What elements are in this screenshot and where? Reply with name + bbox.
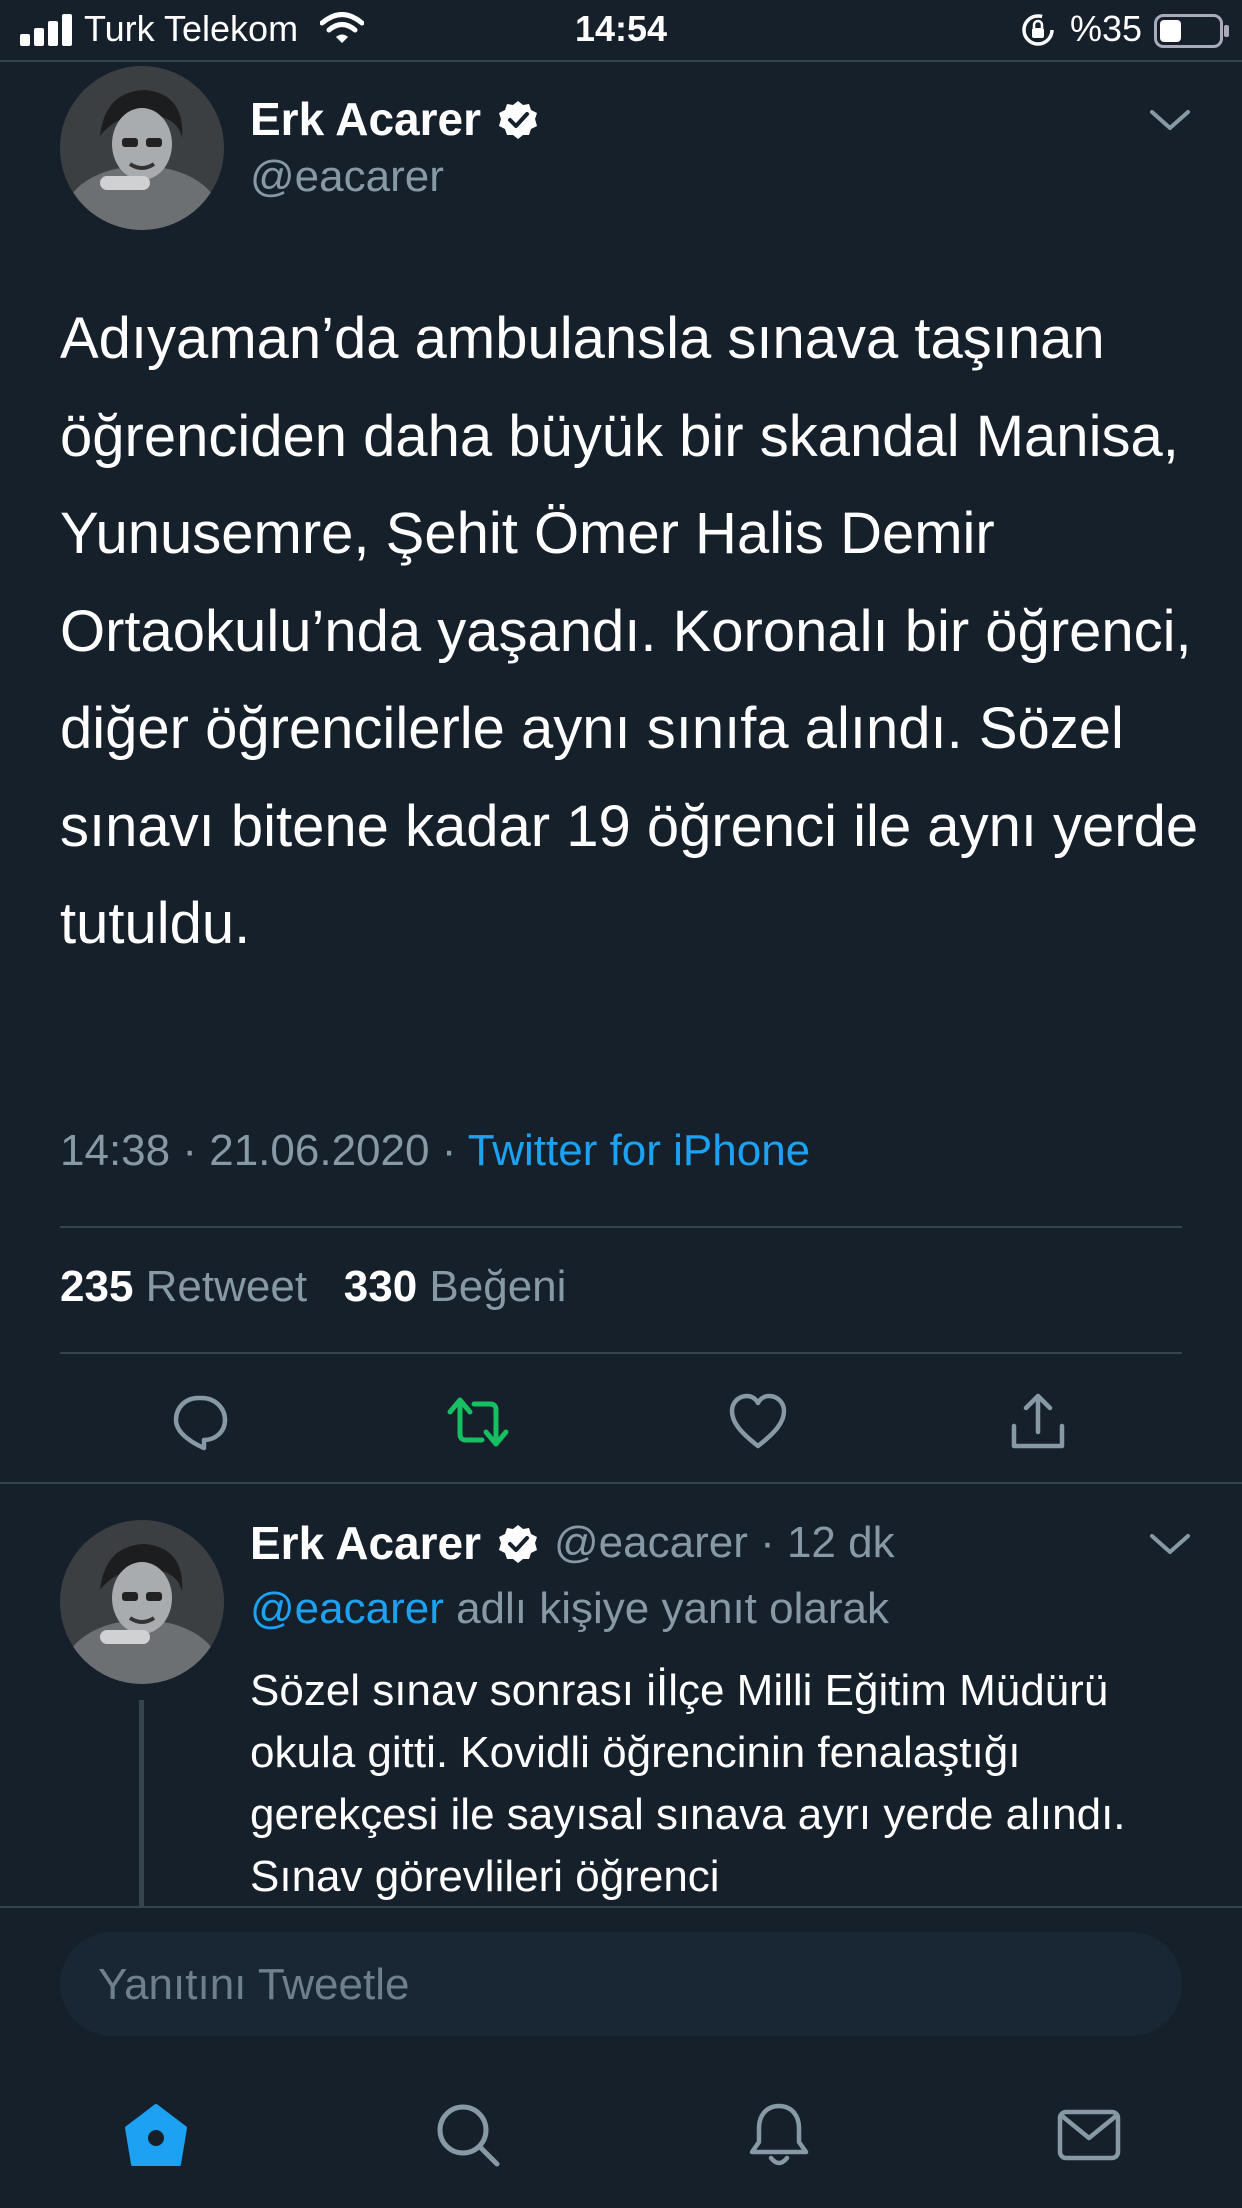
thread-line: [139, 1700, 144, 1906]
avatar-photo-icon: [60, 1520, 224, 1684]
bell-icon[interactable]: [744, 2100, 814, 2170]
battery-percentage: %35: [1070, 8, 1143, 49]
retweet-label[interactable]: Retweet: [146, 1262, 307, 1311]
reply-to-suffix: adlı kişiye yanıt olarak: [443, 1584, 889, 1633]
tweet-metadata: 14:38 · 21.06.2020 · Twitter for iPhone: [60, 1126, 810, 1176]
verified-badge-icon: [499, 1525, 537, 1563]
retweet-icon[interactable]: [446, 1390, 510, 1454]
meta-separator: ·: [182, 1126, 197, 1175]
search-icon[interactable]: [433, 2100, 503, 2170]
divider: [60, 1352, 1182, 1354]
chevron-down-icon[interactable]: [1148, 1530, 1192, 1558]
like-count[interactable]: 330: [344, 1262, 417, 1311]
verified-badge-icon: [499, 101, 537, 139]
reply-author-avatar[interactable]: [60, 1520, 224, 1684]
retweet-count[interactable]: 235: [60, 1262, 133, 1311]
reply-mention-link[interactable]: @eacarer: [250, 1584, 444, 1633]
comment-icon[interactable]: [168, 1390, 232, 1454]
reply-text: Sözel sınav sonrası iİlçe Milli Eğitim M…: [250, 1666, 1126, 1901]
replying-to: @eacarer adlı kişiye yanıt olarak: [250, 1584, 889, 1634]
tweet-stats: 235 Retweet 330 Beğeni: [60, 1262, 566, 1312]
share-icon[interactable]: [1006, 1390, 1070, 1454]
tweet-date: 21.06.2020: [209, 1126, 430, 1175]
status-bar: Turk Telekom 14:54 %35: [0, 0, 1242, 62]
tweet-text: Adıyaman’da ambulansla sınava taşınan öğ…: [60, 306, 1199, 956]
author-handle[interactable]: @eacarer: [250, 152, 444, 202]
mail-icon[interactable]: [1054, 2100, 1124, 2170]
home-icon[interactable]: [121, 2100, 191, 2170]
avatar-photo-icon: [60, 66, 224, 230]
divider: [60, 1226, 1182, 1228]
like-label[interactable]: Beğeni: [429, 1262, 566, 1311]
battery-icon: [1154, 14, 1229, 48]
author-name[interactable]: Erk Acarer: [250, 92, 481, 146]
tweet-time: 14:38: [60, 1126, 171, 1175]
section-divider: [0, 1482, 1242, 1484]
tweet-source-link[interactable]: Twitter for iPhone: [468, 1126, 810, 1175]
tweet-detail-screen: Turk Telekom 14:54 %35 Erk Acarer @eacar…: [0, 0, 1242, 2208]
compose-placeholder: Yanıtını Tweetle: [98, 1960, 410, 2009]
author-avatar[interactable]: [60, 66, 224, 230]
meta-separator: ·: [441, 1126, 457, 1175]
reply-compose-field[interactable]: Yanıtını Tweetle: [60, 1932, 1182, 2036]
reply-handle-time: @eacarer · 12 dk: [554, 1518, 895, 1567]
rotation-lock-icon: [1022, 14, 1054, 46]
reply-author-name[interactable]: Erk Acarer: [250, 1516, 481, 1570]
chevron-down-icon[interactable]: [1148, 106, 1192, 134]
heart-icon[interactable]: [726, 1390, 790, 1454]
